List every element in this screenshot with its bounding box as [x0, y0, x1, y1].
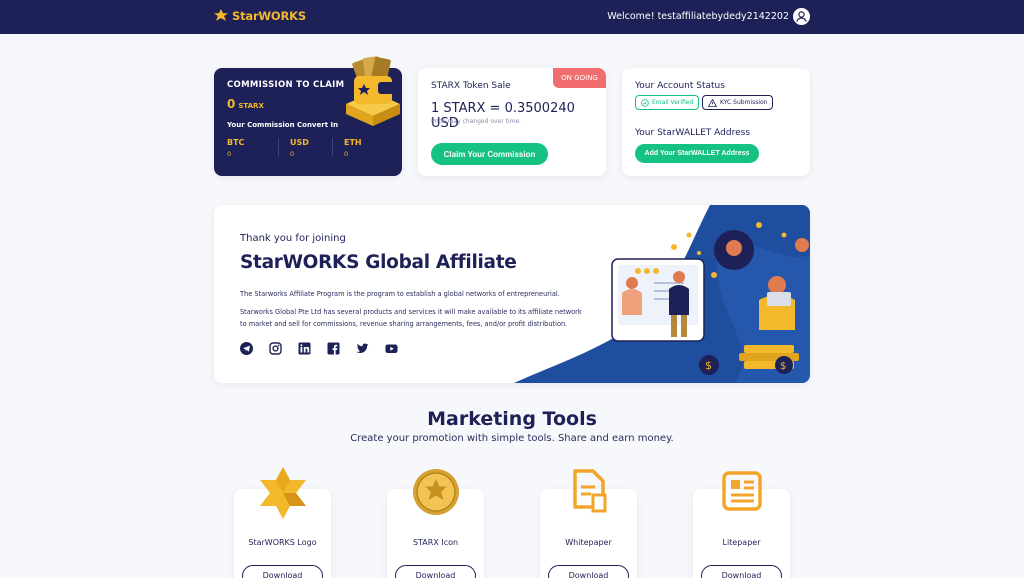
commission-amount: 0 STARX: [227, 97, 264, 111]
youtube-icon[interactable]: [385, 342, 398, 355]
divider: [278, 138, 279, 156]
marketing-tools-subtitle: Create your promotion with simple tools.…: [350, 433, 674, 444]
token-price: 1 STARX = 0.3500240 USD: [431, 101, 575, 131]
social-links: [240, 342, 398, 355]
commission-card: COMMISSION TO CLAIM 0 STARX Your Commissi…: [214, 56, 402, 176]
check-circle-icon: [641, 98, 649, 107]
marketing-tools-title: Marketing Tools: [427, 408, 597, 430]
status-badge: ON GOING: [553, 68, 606, 88]
facebook-icon[interactable]: [327, 342, 340, 355]
claim-commission-button[interactable]: Claim Your Commission: [431, 143, 548, 165]
wallet-illustration-icon: [346, 56, 400, 126]
tool-card-starworks-logo: StarWORKS Logo Download: [234, 467, 331, 578]
brand-name: StarWORKS: [232, 9, 306, 23]
hero-title: StarWORKS Global Affiliate: [240, 252, 517, 273]
account-status-card: Your Account Status Email Verified KYC S…: [622, 68, 810, 176]
star-logo-icon: [214, 9, 228, 21]
hero-subtitle: Thank you for joining: [240, 233, 346, 244]
commission-unit: STARX: [238, 102, 264, 110]
download-button[interactable]: Download: [242, 565, 323, 578]
account-status-title: Your Account Status: [635, 81, 725, 91]
token-sale-card: ON GOING STARX Token Sale 1 STARX = 0.35…: [418, 68, 606, 176]
download-button[interactable]: Download: [548, 565, 629, 578]
newspaper-icon: [721, 471, 762, 511]
user-icon[interactable]: [793, 8, 810, 25]
currency-btc: BTC 0: [227, 138, 245, 158]
tool-label: Whitepaper: [565, 538, 612, 547]
twitter-icon[interactable]: [356, 342, 369, 355]
affiliate-illustration-icon: $ $: [514, 205, 810, 383]
tool-card-whitepaper: Whitepaper Download: [540, 469, 637, 578]
starworks-logo-icon: [259, 467, 306, 519]
document-icon: [572, 469, 606, 513]
download-button[interactable]: Download: [395, 565, 476, 578]
divider: [332, 138, 333, 156]
tool-card-starx-icon: STARX Icon Download: [387, 469, 484, 578]
welcome-text: Welcome! testaffiliatebydedy2142202: [607, 11, 789, 22]
wallet-title: Your StarWALLET Address: [635, 128, 751, 138]
linkedin-icon[interactable]: [298, 342, 311, 355]
price-note: Price may changed over time.: [431, 118, 522, 125]
email-verified-badge: Email Verified: [635, 95, 700, 110]
tool-label: STARX Icon: [412, 538, 459, 547]
tool-card-litepaper: Litepaper Download: [693, 471, 790, 578]
telegram-icon[interactable]: [240, 342, 253, 355]
currency-usd: USD 0: [290, 138, 309, 158]
commission-convert-label: Your Commission Convert In: [227, 121, 339, 129]
warning-icon: [708, 98, 717, 107]
commission-title: COMMISSION TO CLAIM: [227, 80, 345, 90]
brand-logo[interactable]: StarWORKS: [214, 9, 306, 23]
svg-text:$: $: [705, 359, 712, 372]
svg-text:$: $: [780, 361, 786, 372]
currency-eth: ETH 0: [344, 138, 362, 158]
tool-label: StarWORKS Logo: [248, 538, 317, 547]
token-sale-title: STARX Token Sale: [431, 81, 511, 91]
download-button[interactable]: Download: [701, 565, 782, 578]
add-wallet-button[interactable]: Add Your StarWALLET Address: [635, 144, 759, 163]
starx-coin-icon: [412, 469, 459, 515]
kyc-submission-badge[interactable]: KYC Submission: [702, 95, 774, 110]
tool-label: Litepaper: [722, 538, 761, 547]
top-navbar: StarWORKS Welcome! testaffiliatebydedy21…: [0, 0, 1024, 34]
affiliate-banner: Thank you for joining StarWORKS Global A…: [214, 205, 810, 383]
instagram-icon[interactable]: [269, 342, 282, 355]
